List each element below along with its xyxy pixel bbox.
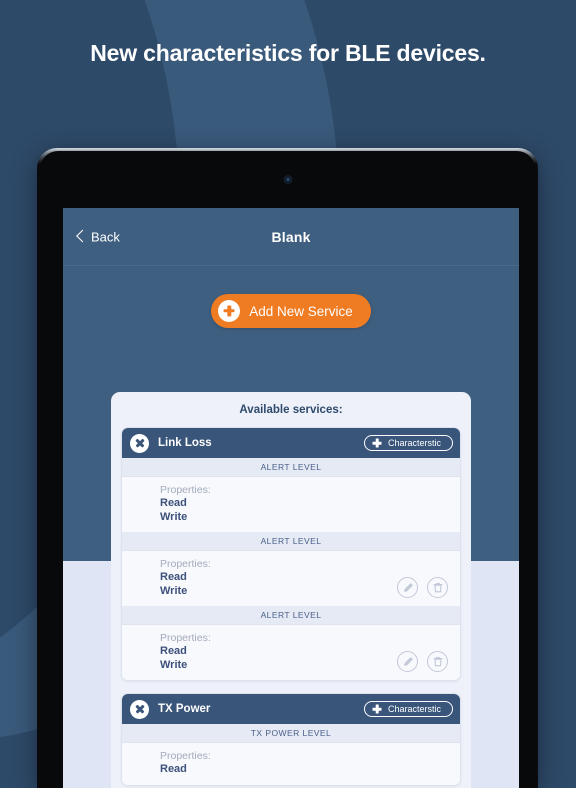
x-circle-icon[interactable] <box>130 433 149 453</box>
property-value: Read <box>160 497 187 509</box>
properties-label: Properties: <box>160 632 211 644</box>
properties-label: Properties: <box>160 558 211 570</box>
tablet-device-frame: Back Blank Add New Service Available ser… <box>37 148 538 788</box>
characteristic-title: ALERT LEVEL <box>122 458 460 477</box>
characteristic-row: Properties: Read Write <box>122 551 460 606</box>
properties-label: Properties: <box>160 484 211 496</box>
properties-label: Properties: <box>160 750 211 762</box>
tablet-bezel: Back Blank Add New Service Available ser… <box>40 151 535 788</box>
row-actions <box>397 577 448 598</box>
add-characteristic-button[interactable]: Characterstic <box>363 435 453 451</box>
characteristic-row: Properties: Read Write <box>122 625 460 680</box>
add-service-row: Add New Service <box>63 266 519 328</box>
characteristic-title: TX POWER LEVEL <box>122 724 460 743</box>
pencil-icon[interactable] <box>397 651 418 672</box>
pencil-icon[interactable] <box>397 577 418 598</box>
service-name: TX Power <box>158 703 211 715</box>
available-services-title: Available services: <box>239 404 343 416</box>
add-new-service-button[interactable]: Add New Service <box>211 294 371 328</box>
available-services-panel: Available services: Link Loss Characterst… <box>111 392 471 788</box>
app-screen: Back Blank Add New Service Available ser… <box>63 208 519 788</box>
add-characteristic-label: Characterstic <box>387 438 441 448</box>
plus-icon <box>373 439 382 448</box>
characteristic-row: Properties: Read <box>122 743 460 785</box>
characteristic-row: Properties: Read Write <box>122 477 460 532</box>
service-name: Link Loss <box>158 437 212 449</box>
service-card: Link Loss Characterstic ALERT LEVEL Propert… <box>121 427 461 681</box>
add-characteristic-button[interactable]: Characterstic <box>363 701 453 717</box>
property-value: Write <box>160 510 188 523</box>
characteristic-title: ALERT LEVEL <box>122 606 460 625</box>
service-list: Link Loss Characterstic ALERT LEVEL Propert… <box>121 427 461 786</box>
add-new-service-label: Add New Service <box>249 303 353 319</box>
page-title: Blank <box>271 228 311 245</box>
property-value: Read <box>160 763 187 775</box>
service-header: TX Power Characterstic <box>122 694 460 724</box>
navigation-bar: Back Blank <box>63 208 519 266</box>
plus-icon <box>373 705 382 714</box>
plus-icon <box>218 300 241 322</box>
camera-dot-icon <box>284 176 291 183</box>
row-actions <box>397 651 448 672</box>
trash-icon[interactable] <box>427 577 448 598</box>
service-card: TX Power Characterstic TX POWER LEVEL Prope… <box>121 693 461 786</box>
characteristic-title: ALERT LEVEL <box>122 532 460 551</box>
service-header: Link Loss Characterstic <box>122 428 460 458</box>
trash-icon[interactable] <box>427 651 448 672</box>
promo-headline: New characteristics for BLE devices. <box>90 40 486 66</box>
x-circle-icon[interactable] <box>130 699 149 719</box>
add-characteristic-label: Characterstic <box>387 704 441 714</box>
